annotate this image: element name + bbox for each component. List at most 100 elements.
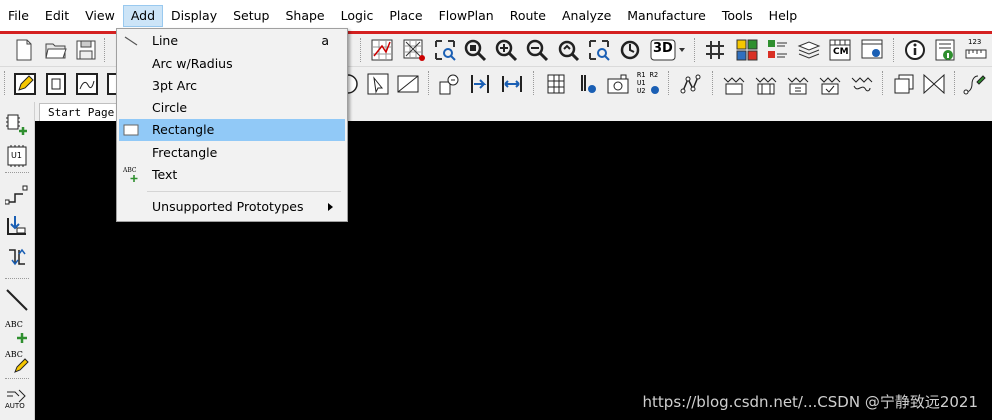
toolbar-grip[interactable] xyxy=(882,71,885,95)
menu-edit[interactable]: Edit xyxy=(37,5,77,27)
save-icon[interactable] xyxy=(74,38,98,62)
check-icon[interactable] xyxy=(818,72,842,96)
place-down-icon[interactable] xyxy=(5,214,29,238)
zoom-in-icon[interactable] xyxy=(494,38,518,62)
info-icon[interactable] xyxy=(903,38,927,62)
toolbar-grip[interactable] xyxy=(360,38,363,62)
new-file-icon[interactable] xyxy=(12,38,36,62)
u1-label: U1 xyxy=(11,151,22,160)
toolbar-grip[interactable] xyxy=(533,71,536,95)
dimension-icon[interactable] xyxy=(500,72,524,96)
auto-route-icon[interactable]: AUTO xyxy=(5,386,29,410)
mirror-icon[interactable] xyxy=(75,72,99,96)
wire-pen-icon[interactable] xyxy=(963,72,987,96)
menu-help[interactable]: Help xyxy=(761,5,806,27)
edit-pencil-icon[interactable] xyxy=(13,72,37,96)
camera-icon[interactable] xyxy=(606,72,630,96)
zoom-extents-icon[interactable] xyxy=(463,38,487,62)
toolbar-grip[interactable] xyxy=(428,71,431,95)
refresh-icon[interactable] xyxy=(618,38,642,62)
add-menu-item-circle[interactable]: Circle xyxy=(119,97,345,119)
toolbar-grip[interactable] xyxy=(5,278,29,280)
connect-icon[interactable] xyxy=(680,72,704,96)
menu-flowplan[interactable]: FlowPlan xyxy=(431,5,502,27)
color-palette-icon[interactable] xyxy=(735,38,759,62)
toolbar-grip[interactable] xyxy=(5,172,29,174)
toolbar-grip[interactable] xyxy=(4,71,7,95)
add-menu-item-arc-radius[interactable]: Arc w/Radius xyxy=(119,53,345,75)
tab-start-page[interactable]: Start Page xyxy=(39,103,124,122)
slide-icon[interactable] xyxy=(396,72,420,96)
grid-zoom-icon[interactable] xyxy=(370,38,394,62)
rotate-icon[interactable] xyxy=(106,72,116,96)
bowtie-icon[interactable] xyxy=(922,72,946,96)
layers-icon[interactable] xyxy=(766,38,790,62)
rename-refdes-icon[interactable]: R1 R2 U1 U2 xyxy=(636,71,660,95)
menu-manufacture[interactable]: Manufacture xyxy=(619,5,714,27)
zoom-fit-icon[interactable] xyxy=(433,38,457,62)
add-component-icon[interactable] xyxy=(5,112,29,136)
menu-display[interactable]: Display xyxy=(163,5,225,27)
menu-place[interactable]: Place xyxy=(381,5,430,27)
component-icon[interactable] xyxy=(786,72,810,96)
toolbar-grip[interactable] xyxy=(668,71,671,95)
add-menu-item-frectangle[interactable]: Frectangle xyxy=(119,142,345,164)
menu-route[interactable]: Route xyxy=(502,5,554,27)
toolbar-grip[interactable] xyxy=(694,38,697,62)
line-icon xyxy=(123,33,139,49)
toolbar-grip[interactable] xyxy=(5,378,29,380)
add-menu-item-3pt-arc[interactable]: 3pt Arc xyxy=(119,75,345,97)
add-text-icon[interactable]: ABC xyxy=(5,320,29,344)
zoom-out-icon[interactable] xyxy=(525,38,549,62)
menu-view[interactable]: View xyxy=(77,5,123,27)
status-icon[interactable] xyxy=(934,38,958,62)
bundle-icon[interactable] xyxy=(754,72,778,96)
toolbar-grip[interactable] xyxy=(712,71,715,95)
padstack-icon[interactable] xyxy=(545,72,569,96)
measure-icon[interactable]: 123 xyxy=(964,38,988,62)
fanout-icon[interactable] xyxy=(722,72,746,96)
select-icon[interactable] xyxy=(366,72,390,96)
toolbar-grip[interactable] xyxy=(104,38,107,62)
line-draw-icon[interactable] xyxy=(5,288,29,312)
measure-label: 123 xyxy=(968,38,982,46)
open-folder-icon[interactable] xyxy=(44,38,68,62)
stack-icon[interactable] xyxy=(797,38,821,62)
menu-tools[interactable]: Tools xyxy=(714,5,761,27)
move-icon[interactable] xyxy=(44,72,68,96)
grid-edit-icon[interactable] xyxy=(402,38,426,62)
zoom-world-icon[interactable] xyxy=(587,38,611,62)
3d-label: 3D xyxy=(653,41,673,56)
cm-constraint-icon[interactable]: CM xyxy=(828,38,852,62)
swap-pins-icon[interactable] xyxy=(5,246,29,270)
zoom-previous-icon[interactable] xyxy=(556,38,580,62)
grid-icon[interactable] xyxy=(703,38,727,62)
edit-text-icon[interactable]: ABC xyxy=(5,350,29,374)
pin-settings-icon[interactable] xyxy=(576,72,600,96)
add-menu-item-unsupported-prototypes[interactable]: Unsupported Prototypes xyxy=(119,196,345,218)
settings-window-icon[interactable] xyxy=(860,38,884,62)
left-toolbar: U1 ABC ABC AUTO xyxy=(0,102,35,420)
menu-shape[interactable]: Shape xyxy=(277,5,332,27)
u1-component-icon[interactable]: U1 xyxy=(5,144,29,168)
3d-view-icon[interactable]: 3D xyxy=(650,38,686,62)
connect-pin-icon[interactable] xyxy=(5,182,29,206)
toolbar-grip[interactable] xyxy=(893,38,896,62)
via-icon[interactable] xyxy=(437,72,461,96)
watermark: https://blog.csdn.net/...CSDN @宁静致远2021 xyxy=(642,393,978,411)
menu-logic[interactable]: Logic xyxy=(333,5,382,27)
menu-bar: File Edit View Add Display Setup Shape L… xyxy=(0,0,992,31)
add-menu-item-line[interactable]: Line a xyxy=(119,30,345,52)
menu-add[interactable]: Add xyxy=(122,4,164,27)
toolbar-grip[interactable] xyxy=(954,71,957,95)
route-icon[interactable] xyxy=(850,72,874,96)
menu-analyze[interactable]: Analyze xyxy=(554,5,619,27)
add-menu-item-rectangle[interactable]: Rectangle xyxy=(119,119,345,141)
menu-file[interactable]: File xyxy=(0,5,37,27)
menu-separator xyxy=(147,191,341,192)
menu-setup[interactable]: Setup xyxy=(225,5,277,27)
abc-label: ABC xyxy=(5,320,23,329)
align-left-icon[interactable] xyxy=(468,72,492,96)
copy-icon[interactable] xyxy=(892,72,916,96)
add-menu-item-text[interactable]: ABC Text xyxy=(119,164,345,186)
